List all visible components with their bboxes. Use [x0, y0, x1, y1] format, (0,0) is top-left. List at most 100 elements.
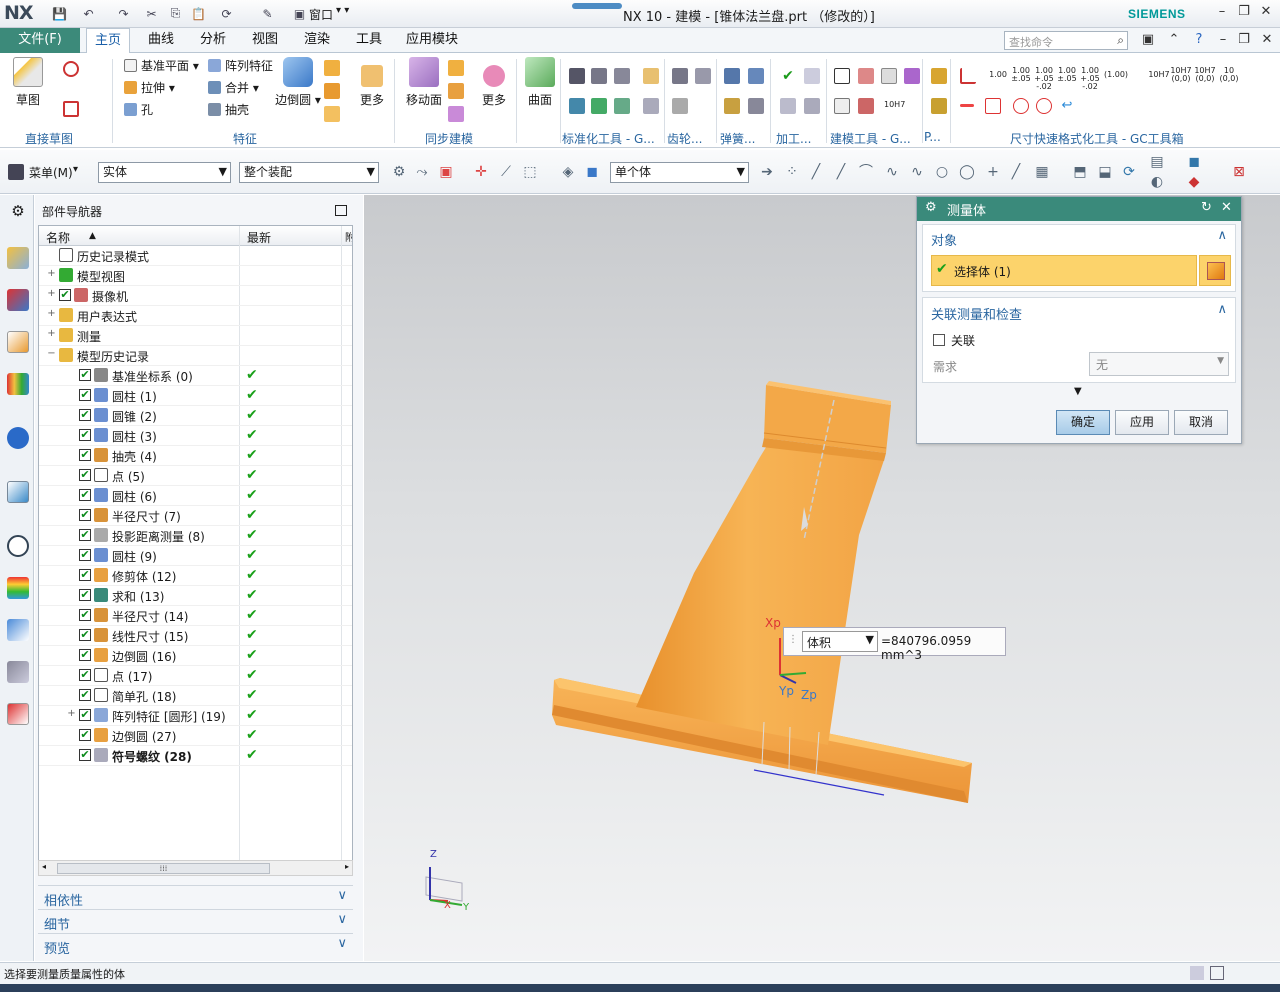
visibility-checkbox[interactable]: ✔: [79, 629, 91, 641]
tree-row[interactable]: ✔ 修剪体 (12) ✔: [39, 566, 352, 586]
status-icon-2[interactable]: [1210, 966, 1224, 980]
doc-restore-icon[interactable]: ❐: [1235, 32, 1253, 50]
dim-format-6[interactable]: (1.00): [1103, 71, 1129, 79]
select-feature-icon[interactable]: ▣: [438, 164, 454, 180]
group-direct-sketch[interactable]: 直接草图: [25, 130, 73, 147]
snap-icon-2[interactable]: ⤳: [414, 164, 430, 180]
visibility-checkbox[interactable]: ✔: [79, 449, 91, 461]
curve-snap-icon[interactable]: ⌒: [858, 164, 874, 180]
column-latest[interactable]: 最新: [247, 229, 271, 246]
visibility-checkbox[interactable]: ✔: [79, 709, 91, 721]
p-tool-icon-2[interactable]: [931, 98, 947, 114]
visibility-checkbox[interactable]: ✔: [79, 749, 91, 761]
tree-row[interactable]: ✔ 边倒圆 (16) ✔: [39, 646, 352, 666]
group-p[interactable]: P...: [924, 130, 941, 144]
horizontal-scrollbar[interactable]: ◂ ⁞⁞⁞ ▸: [38, 860, 353, 876]
tree-row[interactable]: ✔ 半径尺寸 (7) ✔: [39, 506, 352, 526]
more-options-icon[interactable]: ▼: [1074, 386, 1082, 397]
view-icon-2[interactable]: ⬓: [1097, 164, 1113, 180]
dim-format-7[interactable]: 10H7: [1148, 71, 1170, 79]
section-icon[interactable]: ◆: [1186, 174, 1202, 190]
arrow-right-icon[interactable]: ➔: [759, 164, 775, 180]
close-button[interactable]: ✕: [1256, 4, 1276, 22]
pull-face-icon[interactable]: [448, 60, 464, 76]
select-point-icon[interactable]: ✛: [473, 164, 489, 180]
visibility-checkbox[interactable]: ✔: [79, 609, 91, 621]
visibility-checkbox[interactable]: ✔: [79, 409, 91, 421]
chevron-down-icon[interactable]: ▾ ▾: [336, 5, 349, 16]
close-part-icon[interactable]: ⊠: [1231, 164, 1247, 180]
maximize-icon[interactable]: [335, 205, 347, 216]
std-tool-icon-7[interactable]: [614, 98, 630, 114]
system-materials-icon[interactable]: [7, 577, 29, 599]
tree-row[interactable]: ✔ 点 (5) ✔: [39, 466, 352, 486]
dim-format-2[interactable]: 1.00 ±.05: [1011, 67, 1031, 83]
cube-icon[interactable]: ◼: [584, 164, 600, 180]
group-spring[interactable]: 弹簧...: [720, 130, 755, 147]
manufacturing-wizard-icon[interactable]: [7, 661, 29, 683]
tree-row[interactable]: ✔ 圆柱 (1) ✔: [39, 386, 352, 406]
group-dim-format[interactable]: 尺寸快速格式化工具 - GC工具箱: [1010, 130, 1184, 147]
visibility-checkbox[interactable]: ✔: [79, 689, 91, 701]
draft-icon[interactable]: [324, 83, 340, 99]
chamfer-icon[interactable]: [324, 60, 340, 76]
p-tool-icon[interactable]: [931, 68, 947, 84]
search-icon[interactable]: ⌕: [1117, 33, 1124, 48]
line-icon-2[interactable]: ╱: [833, 164, 849, 180]
visibility-checkbox[interactable]: ✔: [79, 369, 91, 381]
full-screen-icon[interactable]: ▣: [1139, 32, 1157, 50]
section-preview[interactable]: 预览 ∨: [38, 933, 353, 957]
grid-icon[interactable]: ▦: [1034, 164, 1050, 180]
tab-analysis[interactable]: 分析: [192, 28, 234, 53]
diameter-icon[interactable]: [1013, 98, 1029, 114]
visibility-checkbox[interactable]: ✔: [79, 389, 91, 401]
group-build-tools[interactable]: 建模工具 - G...: [830, 130, 911, 147]
tree-row[interactable]: ✔ 圆柱 (9) ✔: [39, 546, 352, 566]
tree-row[interactable]: + 模型视图: [39, 266, 352, 286]
render-style-icon[interactable]: ◐: [1149, 174, 1165, 190]
save-icon[interactable]: 💾: [51, 5, 68, 22]
part-navigator-icon[interactable]: [7, 331, 29, 353]
surface-button[interactable]: 曲面: [514, 57, 566, 108]
collapse-icon[interactable]: ∧: [1217, 302, 1227, 317]
cut-icon[interactable]: ✂: [143, 5, 160, 22]
replace-face-icon[interactable]: [448, 106, 464, 122]
std-tool-icon-3[interactable]: [614, 68, 630, 84]
plus-icon[interactable]: +: [985, 164, 1001, 180]
tab-home[interactable]: 主页: [86, 28, 131, 54]
tree-row[interactable]: ✔ 求和 (13) ✔: [39, 586, 352, 606]
column-more[interactable]: 附: [345, 229, 352, 244]
process-studio-icon[interactable]: [7, 619, 29, 641]
section-details[interactable]: 细节 ∨: [38, 909, 353, 933]
curve-icon[interactable]: [63, 61, 79, 77]
restore-button[interactable]: ❐: [1234, 4, 1254, 22]
visibility-checkbox[interactable]: ✔: [79, 569, 91, 581]
tree-row[interactable]: + ✔ 摄像机: [39, 286, 352, 306]
expand-icon[interactable]: +: [67, 709, 76, 719]
offset-region-icon[interactable]: [448, 83, 464, 99]
line-icon[interactable]: ╱: [808, 164, 824, 180]
scroll-right-icon[interactable]: ▸: [345, 862, 349, 871]
spring-tool-icon-2[interactable]: [724, 98, 740, 114]
spline-icon-2[interactable]: ∿: [909, 164, 925, 180]
tree-row[interactable]: + 用户表达式: [39, 306, 352, 326]
requirement-select[interactable]: 无 ▼: [1089, 352, 1229, 376]
expand-icon[interactable]: −: [47, 349, 56, 359]
reuse-library-icon[interactable]: [7, 373, 29, 395]
type-filter-select[interactable]: 实体 ▼: [98, 162, 231, 183]
tree-row[interactable]: ✔ 圆锥 (2) ✔: [39, 406, 352, 426]
touch-mode-icon[interactable]: ✎: [259, 5, 276, 22]
dim-tool-icon-2[interactable]: [985, 98, 1001, 114]
trim-body-icon[interactable]: [324, 106, 340, 122]
tree-row[interactable]: 历史记录模式: [39, 246, 352, 266]
redo-icon[interactable]: ↷: [115, 5, 132, 22]
visibility-checkbox[interactable]: ✔: [79, 429, 91, 441]
visibility-checkbox[interactable]: ✔: [79, 549, 91, 561]
collapse-icon[interactable]: ∧: [1217, 228, 1227, 243]
edge-blend-button[interactable]: 边倒圆 ▾: [272, 57, 324, 108]
snap-icon[interactable]: ⚙: [391, 164, 407, 180]
apply-button[interactable]: 应用: [1115, 410, 1169, 435]
scroll-thumb[interactable]: ⁞⁞⁞: [57, 863, 270, 874]
view-orient-icon[interactable]: ▤: [1149, 154, 1165, 170]
tab-curve[interactable]: 曲线: [140, 28, 182, 53]
